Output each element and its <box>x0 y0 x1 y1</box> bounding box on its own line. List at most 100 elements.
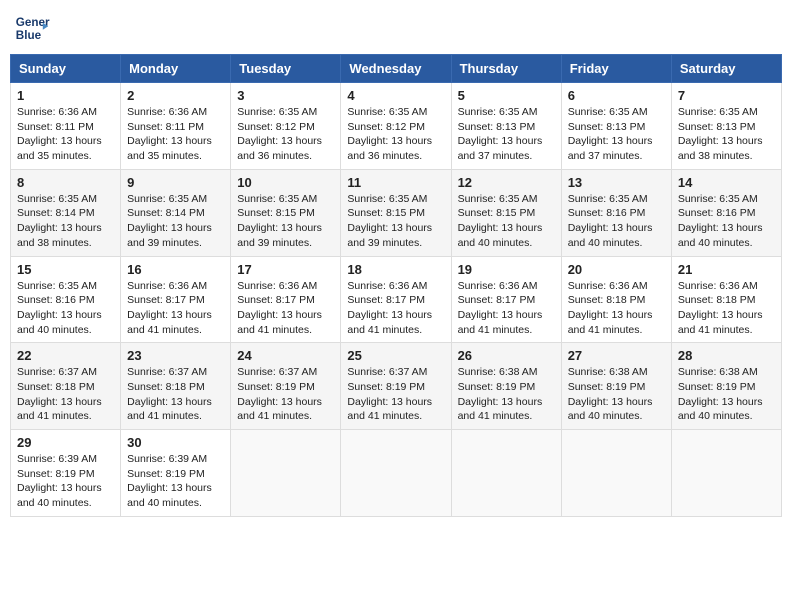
day-info: Sunrise: 6:35 AMSunset: 8:16 PMDaylight:… <box>678 193 763 249</box>
day-info: Sunrise: 6:38 AMSunset: 8:19 PMDaylight:… <box>568 366 653 422</box>
day-number: 9 <box>127 175 224 190</box>
weekday-header-sunday: Sunday <box>11 55 121 83</box>
day-number: 10 <box>237 175 334 190</box>
day-info: Sunrise: 6:36 AMSunset: 8:17 PMDaylight:… <box>237 280 322 336</box>
day-number: 16 <box>127 262 224 277</box>
day-number: 15 <box>17 262 114 277</box>
day-info: Sunrise: 6:36 AMSunset: 8:11 PMDaylight:… <box>127 106 212 162</box>
day-number: 24 <box>237 348 334 363</box>
day-info: Sunrise: 6:37 AMSunset: 8:18 PMDaylight:… <box>127 366 212 422</box>
day-number: 1 <box>17 88 114 103</box>
day-info: Sunrise: 6:37 AMSunset: 8:18 PMDaylight:… <box>17 366 102 422</box>
day-info: Sunrise: 6:39 AMSunset: 8:19 PMDaylight:… <box>17 453 102 509</box>
calendar-cell: 24 Sunrise: 6:37 AMSunset: 8:19 PMDaylig… <box>231 343 341 430</box>
calendar-cell <box>451 430 561 517</box>
weekday-header-friday: Friday <box>561 55 671 83</box>
weekday-header-thursday: Thursday <box>451 55 561 83</box>
calendar-cell <box>561 430 671 517</box>
svg-text:Blue: Blue <box>16 29 42 42</box>
weekday-header-saturday: Saturday <box>671 55 781 83</box>
day-info: Sunrise: 6:35 AMSunset: 8:12 PMDaylight:… <box>237 106 322 162</box>
calendar-cell: 3 Sunrise: 6:35 AMSunset: 8:12 PMDayligh… <box>231 83 341 170</box>
day-info: Sunrise: 6:36 AMSunset: 8:18 PMDaylight:… <box>568 280 653 336</box>
calendar-cell: 27 Sunrise: 6:38 AMSunset: 8:19 PMDaylig… <box>561 343 671 430</box>
day-info: Sunrise: 6:36 AMSunset: 8:17 PMDaylight:… <box>347 280 432 336</box>
calendar-cell: 29 Sunrise: 6:39 AMSunset: 8:19 PMDaylig… <box>11 430 121 517</box>
calendar-cell: 25 Sunrise: 6:37 AMSunset: 8:19 PMDaylig… <box>341 343 451 430</box>
calendar-cell: 14 Sunrise: 6:35 AMSunset: 8:16 PMDaylig… <box>671 169 781 256</box>
calendar-week-row: 1 Sunrise: 6:36 AMSunset: 8:11 PMDayligh… <box>11 83 782 170</box>
weekday-header-tuesday: Tuesday <box>231 55 341 83</box>
day-number: 5 <box>458 88 555 103</box>
day-info: Sunrise: 6:35 AMSunset: 8:14 PMDaylight:… <box>17 193 102 249</box>
day-info: Sunrise: 6:35 AMSunset: 8:13 PMDaylight:… <box>568 106 653 162</box>
calendar-cell: 30 Sunrise: 6:39 AMSunset: 8:19 PMDaylig… <box>121 430 231 517</box>
day-number: 23 <box>127 348 224 363</box>
day-info: Sunrise: 6:35 AMSunset: 8:16 PMDaylight:… <box>17 280 102 336</box>
day-number: 21 <box>678 262 775 277</box>
calendar-cell: 28 Sunrise: 6:38 AMSunset: 8:19 PMDaylig… <box>671 343 781 430</box>
calendar-cell <box>231 430 341 517</box>
day-info: Sunrise: 6:36 AMSunset: 8:11 PMDaylight:… <box>17 106 102 162</box>
day-info: Sunrise: 6:37 AMSunset: 8:19 PMDaylight:… <box>347 366 432 422</box>
day-number: 18 <box>347 262 444 277</box>
day-info: Sunrise: 6:38 AMSunset: 8:19 PMDaylight:… <box>458 366 543 422</box>
day-number: 8 <box>17 175 114 190</box>
day-info: Sunrise: 6:35 AMSunset: 8:16 PMDaylight:… <box>568 193 653 249</box>
day-info: Sunrise: 6:35 AMSunset: 8:13 PMDaylight:… <box>678 106 763 162</box>
page-header: General Blue <box>10 10 782 46</box>
calendar-cell: 6 Sunrise: 6:35 AMSunset: 8:13 PMDayligh… <box>561 83 671 170</box>
day-info: Sunrise: 6:35 AMSunset: 8:13 PMDaylight:… <box>458 106 543 162</box>
day-info: Sunrise: 6:36 AMSunset: 8:18 PMDaylight:… <box>678 280 763 336</box>
calendar-cell: 9 Sunrise: 6:35 AMSunset: 8:14 PMDayligh… <box>121 169 231 256</box>
weekday-header-row: SundayMondayTuesdayWednesdayThursdayFrid… <box>11 55 782 83</box>
calendar-cell: 10 Sunrise: 6:35 AMSunset: 8:15 PMDaylig… <box>231 169 341 256</box>
day-number: 20 <box>568 262 665 277</box>
day-number: 14 <box>678 175 775 190</box>
calendar-week-row: 22 Sunrise: 6:37 AMSunset: 8:18 PMDaylig… <box>11 343 782 430</box>
day-info: Sunrise: 6:36 AMSunset: 8:17 PMDaylight:… <box>458 280 543 336</box>
calendar-cell <box>671 430 781 517</box>
calendar-week-row: 29 Sunrise: 6:39 AMSunset: 8:19 PMDaylig… <box>11 430 782 517</box>
day-number: 12 <box>458 175 555 190</box>
calendar-cell: 26 Sunrise: 6:38 AMSunset: 8:19 PMDaylig… <box>451 343 561 430</box>
day-number: 4 <box>347 88 444 103</box>
day-number: 30 <box>127 435 224 450</box>
calendar-table: SundayMondayTuesdayWednesdayThursdayFrid… <box>10 54 782 517</box>
calendar-cell <box>341 430 451 517</box>
day-info: Sunrise: 6:37 AMSunset: 8:19 PMDaylight:… <box>237 366 322 422</box>
weekday-header-wednesday: Wednesday <box>341 55 451 83</box>
weekday-header-monday: Monday <box>121 55 231 83</box>
day-number: 6 <box>568 88 665 103</box>
logo-icon: General Blue <box>14 10 50 46</box>
calendar-cell: 1 Sunrise: 6:36 AMSunset: 8:11 PMDayligh… <box>11 83 121 170</box>
calendar-week-row: 15 Sunrise: 6:35 AMSunset: 8:16 PMDaylig… <box>11 256 782 343</box>
day-info: Sunrise: 6:35 AMSunset: 8:14 PMDaylight:… <box>127 193 212 249</box>
logo: General Blue <box>14 10 50 46</box>
calendar-cell: 13 Sunrise: 6:35 AMSunset: 8:16 PMDaylig… <box>561 169 671 256</box>
calendar-cell: 7 Sunrise: 6:35 AMSunset: 8:13 PMDayligh… <box>671 83 781 170</box>
calendar-week-row: 8 Sunrise: 6:35 AMSunset: 8:14 PMDayligh… <box>11 169 782 256</box>
calendar-cell: 2 Sunrise: 6:36 AMSunset: 8:11 PMDayligh… <box>121 83 231 170</box>
calendar-cell: 11 Sunrise: 6:35 AMSunset: 8:15 PMDaylig… <box>341 169 451 256</box>
day-number: 2 <box>127 88 224 103</box>
calendar-cell: 20 Sunrise: 6:36 AMSunset: 8:18 PMDaylig… <box>561 256 671 343</box>
day-info: Sunrise: 6:35 AMSunset: 8:15 PMDaylight:… <box>237 193 322 249</box>
day-number: 25 <box>347 348 444 363</box>
calendar-cell: 4 Sunrise: 6:35 AMSunset: 8:12 PMDayligh… <box>341 83 451 170</box>
day-number: 17 <box>237 262 334 277</box>
calendar-cell: 17 Sunrise: 6:36 AMSunset: 8:17 PMDaylig… <box>231 256 341 343</box>
calendar-cell: 12 Sunrise: 6:35 AMSunset: 8:15 PMDaylig… <box>451 169 561 256</box>
calendar-cell: 8 Sunrise: 6:35 AMSunset: 8:14 PMDayligh… <box>11 169 121 256</box>
day-info: Sunrise: 6:36 AMSunset: 8:17 PMDaylight:… <box>127 280 212 336</box>
calendar-cell: 23 Sunrise: 6:37 AMSunset: 8:18 PMDaylig… <box>121 343 231 430</box>
day-number: 27 <box>568 348 665 363</box>
day-number: 22 <box>17 348 114 363</box>
day-number: 19 <box>458 262 555 277</box>
calendar-cell: 18 Sunrise: 6:36 AMSunset: 8:17 PMDaylig… <box>341 256 451 343</box>
day-info: Sunrise: 6:35 AMSunset: 8:15 PMDaylight:… <box>458 193 543 249</box>
day-info: Sunrise: 6:35 AMSunset: 8:15 PMDaylight:… <box>347 193 432 249</box>
day-number: 7 <box>678 88 775 103</box>
day-number: 11 <box>347 175 444 190</box>
day-number: 26 <box>458 348 555 363</box>
